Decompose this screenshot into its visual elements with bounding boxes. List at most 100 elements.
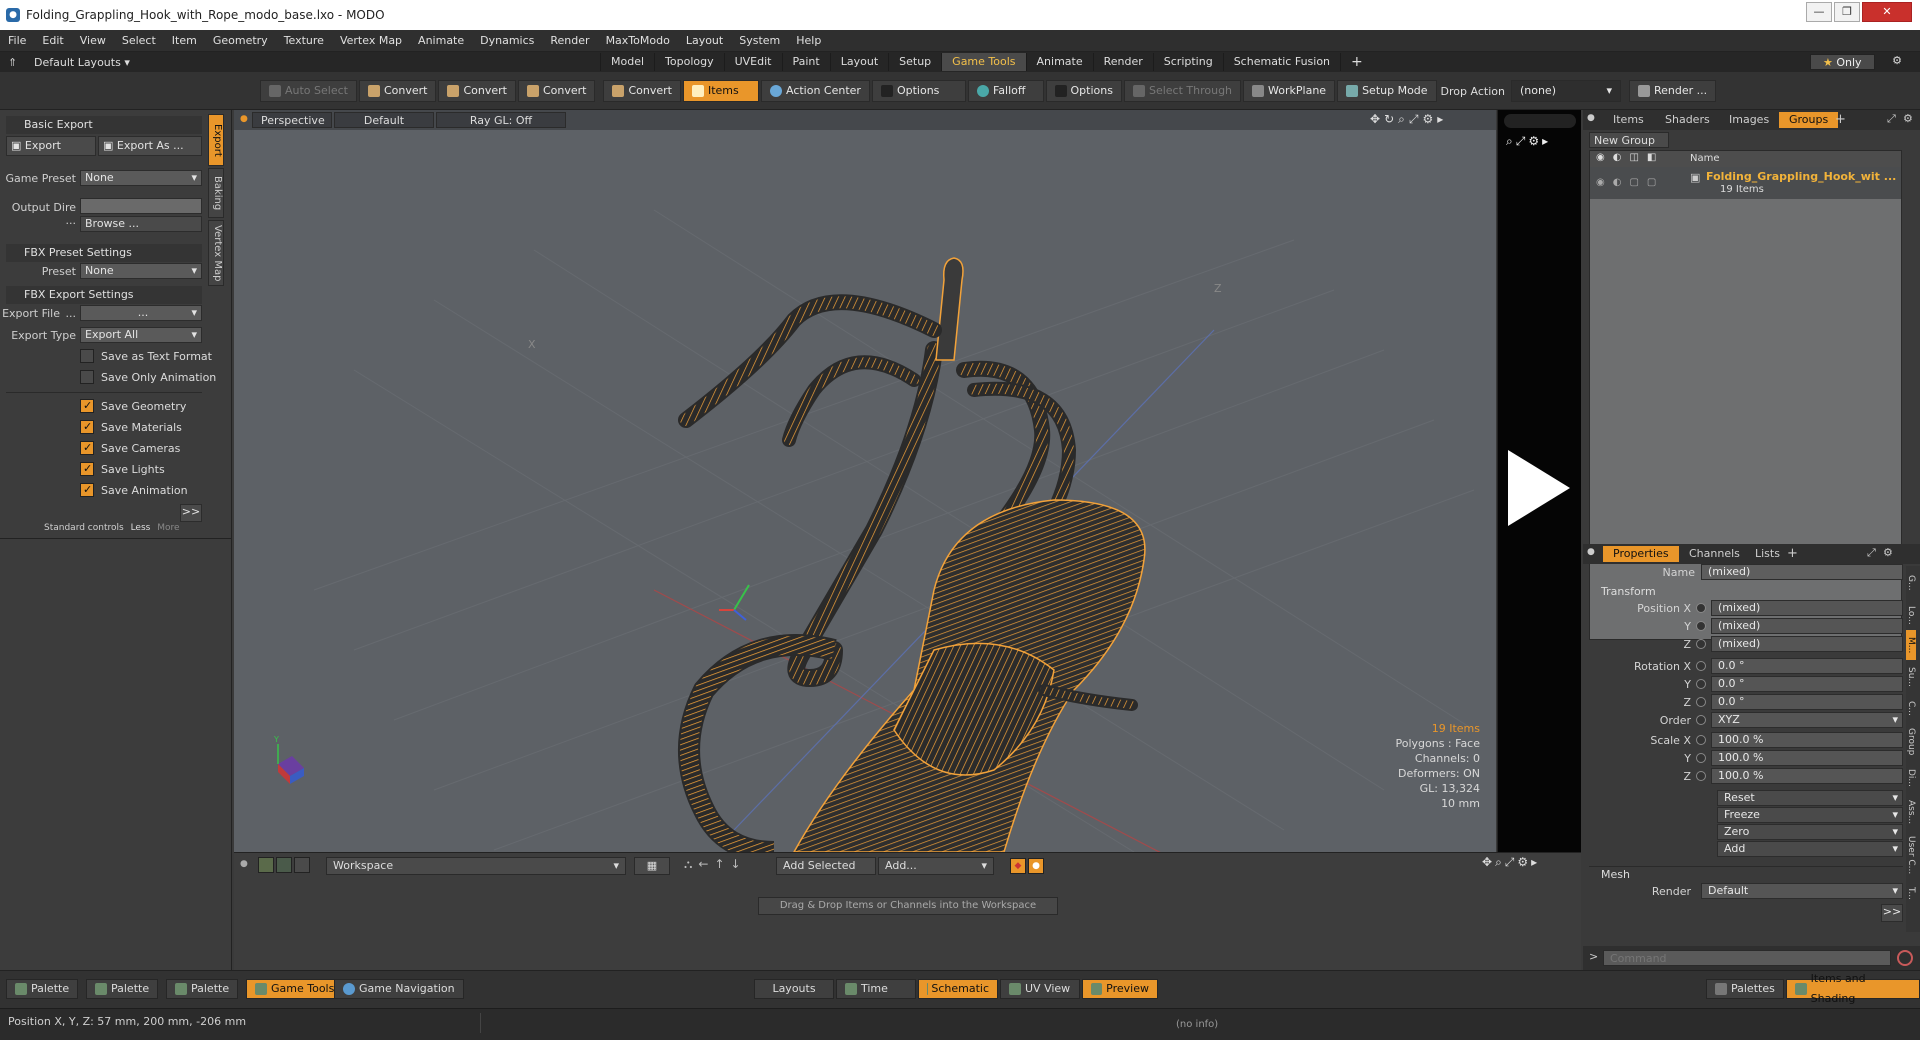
tab-properties[interactable]: Properties [1603, 546, 1679, 562]
panel-menu-icon[interactable]: ● [1587, 113, 1595, 123]
3d-viewport[interactable]: ● Perspective Default Ray GL: Off ✥↻⌕⤢⚙▸ [234, 110, 1496, 852]
schematic-tool-icon[interactable] [258, 857, 274, 873]
gear-icon[interactable]: ⚙ [1903, 112, 1913, 125]
side-tab-su[interactable]: Su... [1906, 660, 1916, 694]
viewport-nav-icons[interactable]: ✥↻⌕⤢⚙▸ [1370, 112, 1447, 127]
palette-button-3[interactable]: Palette [166, 979, 239, 999]
export-file-dropdown[interactable]: ... ▾ [80, 305, 202, 321]
export-as-button[interactable]: ▣ Export As ... [98, 136, 202, 156]
tab-topology[interactable]: Topology [654, 53, 724, 71]
preset-dropdown[interactable]: None ▾ [80, 263, 202, 279]
side-tab-c[interactable]: C... [1906, 694, 1916, 722]
palettes-button[interactable]: Palettes [1706, 979, 1784, 999]
items-mode-button[interactable]: Items [682, 80, 759, 102]
add-tab-icon[interactable]: + [1787, 546, 1798, 561]
tree-icon[interactable]: ⛬ [684, 857, 698, 871]
render-button[interactable]: Render ... [1628, 80, 1717, 102]
setup-mode-button[interactable]: Setup Mode [1337, 80, 1437, 102]
tab-channels[interactable]: Channels [1679, 546, 1750, 562]
side-tab-g[interactable]: G... [1906, 566, 1916, 600]
tab-model[interactable]: Model [600, 53, 654, 71]
keyframe-dot-icon[interactable] [1696, 679, 1706, 689]
position-x-field[interactable]: (mixed) [1711, 600, 1903, 616]
side-tab-lo[interactable]: Lo... [1906, 600, 1916, 630]
tab-layout[interactable]: Layout [829, 53, 888, 71]
menu-view[interactable]: View [72, 30, 114, 52]
menu-animate[interactable]: Animate [410, 30, 472, 52]
viewport-menu-icon[interactable]: ● [240, 114, 248, 124]
tab-shaders[interactable]: Shaders [1655, 112, 1720, 128]
convert-vertices-button[interactable]: Convert [358, 80, 437, 102]
position-z-field[interactable]: (mixed) [1711, 636, 1903, 652]
more-link[interactable]: More [157, 523, 179, 533]
maximize-panel-icon[interactable]: ⤢ [1867, 546, 1876, 560]
layouts-button[interactable]: Layouts [754, 979, 834, 999]
gear-icon[interactable]: ⚙ [1517, 855, 1531, 869]
menu-dynamics[interactable]: Dynamics [472, 30, 542, 52]
save-geometry-checkbox[interactable] [80, 399, 94, 413]
save-cameras-checkbox[interactable] [80, 441, 94, 455]
menu-file[interactable]: File [0, 30, 34, 52]
tab-animate[interactable]: Animate [1025, 53, 1093, 71]
scale-z-field[interactable]: 100.0 % [1711, 768, 1903, 784]
select-toggle-icon[interactable]: ◧ [1647, 152, 1664, 163]
raygl-toggle[interactable]: Ray GL: Off [436, 112, 566, 128]
name-column-header[interactable]: Name [1690, 153, 1720, 164]
group-name[interactable]: Folding_Grappling_Hook_wit ... [1706, 170, 1896, 183]
maximize-panel-icon[interactable]: ⤢ [1887, 112, 1896, 126]
rotation-x-field[interactable]: 0.0 ° [1711, 658, 1903, 674]
falloff-options-button[interactable]: Options [1045, 80, 1122, 102]
schematic-tool-icon-2[interactable] [276, 857, 292, 873]
falloff-button[interactable]: Falloff [967, 80, 1044, 102]
gear-icon[interactable]: ⚙ [1528, 134, 1542, 148]
time-button[interactable]: Time [836, 979, 916, 999]
rotate-view-icon[interactable]: ↻ [1384, 112, 1398, 126]
fit-icon[interactable]: ⤢ [1516, 134, 1529, 148]
keyframe-dot-icon[interactable] [1696, 603, 1706, 613]
new-group-button[interactable]: New Group [1589, 132, 1669, 148]
tab-render[interactable]: Render [1092, 53, 1153, 71]
uv-view-button[interactable]: UV View [1000, 979, 1080, 999]
game-tools-palette-button[interactable]: Game Tools [246, 979, 344, 999]
tab-images[interactable]: Images [1719, 112, 1779, 128]
save-animation-checkbox[interactable] [80, 483, 94, 497]
fbx-preset-settings-header[interactable]: FBX Preset Settings [6, 244, 202, 262]
tab-scripting[interactable]: Scripting [1152, 53, 1223, 71]
add-tab-icon[interactable]: + [1340, 53, 1373, 71]
group-row-toggles[interactable]: ◉◐▢▢ [1596, 177, 1664, 188]
default-layouts-dropdown[interactable]: Default Layouts ▾ [34, 56, 130, 69]
tab-schematic-fusion[interactable]: Schematic Fusion [1222, 53, 1340, 71]
order-dropdown[interactable]: XYZ ▾ [1711, 712, 1903, 728]
only-toggle[interactable]: ★ Only [1810, 54, 1875, 70]
zoom-icon[interactable]: ⌕ [1398, 112, 1409, 126]
circle-toggle-icon[interactable]: ● [1028, 858, 1044, 874]
keyframe-dot-icon[interactable] [1696, 771, 1706, 781]
command-input[interactable] [1603, 950, 1891, 966]
keyframe-dot-icon[interactable] [1696, 715, 1706, 725]
menu-maxtomodo[interactable]: MaxToModo [598, 30, 678, 52]
select-toggle-icon[interactable]: ▢ [1647, 177, 1664, 188]
move-view-icon[interactable]: ✥ [1370, 112, 1384, 126]
freeze-dropdown[interactable]: Freeze ▾ [1717, 807, 1903, 823]
maximize-button[interactable]: ❐ [1834, 2, 1860, 22]
menu-item[interactable]: Item [164, 30, 205, 52]
tab-lists[interactable]: Lists [1745, 546, 1790, 562]
chevron-right-icon[interactable]: > [1589, 950, 1598, 963]
record-icon[interactable] [1897, 950, 1913, 966]
gear-icon[interactable]: ⚙ [1422, 112, 1437, 126]
menu-geometry[interactable]: Geometry [205, 30, 276, 52]
browse-button[interactable]: Browse ... [80, 216, 202, 232]
arrow-down-icon[interactable]: ↓ [731, 857, 747, 871]
convert-polygons-button[interactable]: Convert [517, 80, 596, 102]
preview-button[interactable]: Preview [1082, 979, 1158, 999]
menu-vertex-map[interactable]: Vertex Map [332, 30, 410, 52]
position-y-field[interactable]: (mixed) [1711, 618, 1903, 634]
menu-render[interactable]: Render [542, 30, 597, 52]
tab-game-tools[interactable]: Game Tools [941, 53, 1026, 71]
palette-button-1[interactable]: Palette [6, 979, 79, 999]
game-navigation-button[interactable]: Game Navigation [334, 979, 464, 999]
tab-items[interactable]: Items [1603, 112, 1654, 128]
visibility-column-icons[interactable]: ◉◐◫◧ [1596, 152, 1664, 163]
viewport-scene[interactable]: Z X Y 19 Items Polygons: Face Channels:… [234, 130, 1496, 852]
side-tab-user-c[interactable]: User C... [1906, 830, 1916, 880]
